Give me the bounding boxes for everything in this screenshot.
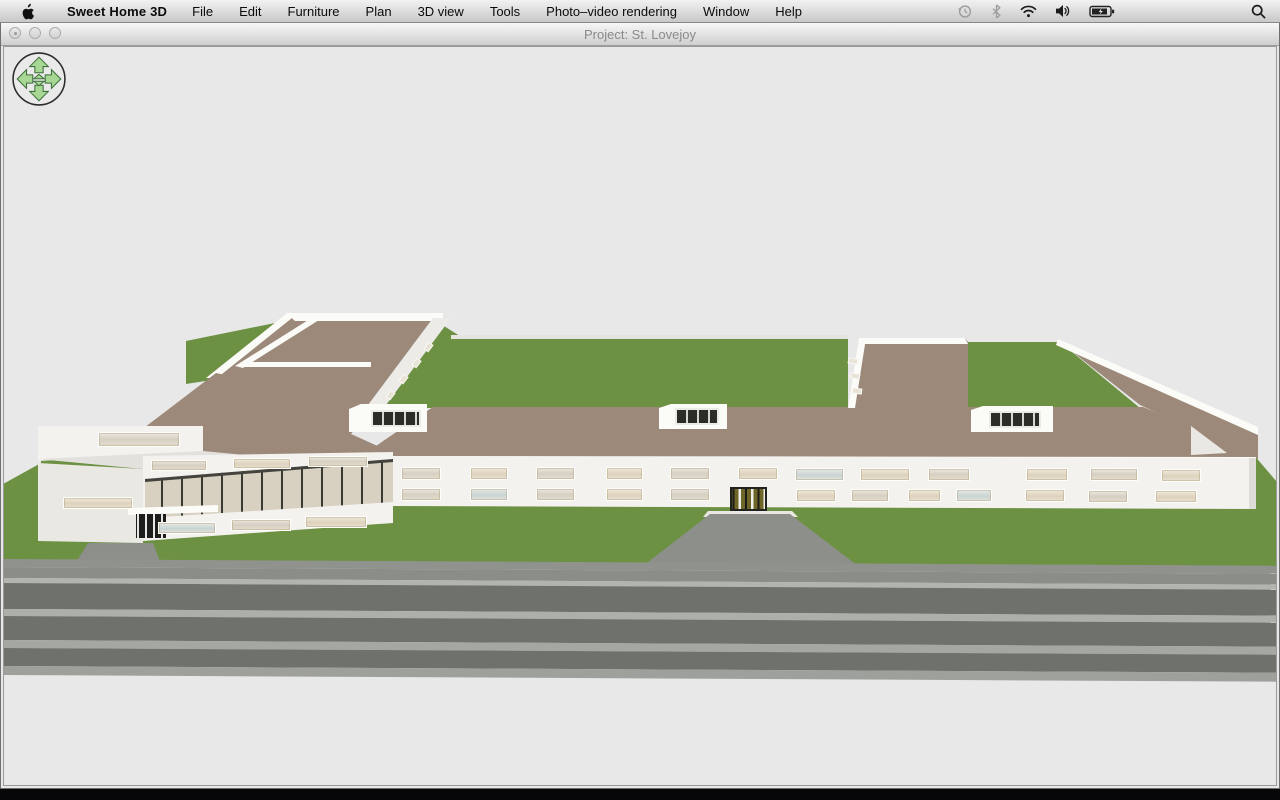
facade-upper-windows [670,467,710,480]
menu-item-photo-video-rendering[interactable]: Photo–video rendering [533,0,690,22]
facade-lower-windows [536,488,575,501]
zoom-button[interactable] [49,27,61,39]
right-wing-wall-windows [850,372,861,379]
battery-icon[interactable] [1080,0,1124,22]
facade-upper-windows [1161,469,1201,482]
left-block-upper-windows [233,458,291,469]
3d-scene [3,46,1277,786]
facade-upper-windows [401,467,441,480]
road [3,559,1277,682]
facade-lower-windows [1155,490,1197,503]
right-wing-wall-windows [848,357,859,364]
monitor-windows [371,410,421,427]
menu-item-tools[interactable]: Tools [477,0,533,22]
annex-parapet-windows [98,432,180,447]
facade-upper-windows [1090,468,1138,481]
left-block-lower-windows [158,522,216,534]
facade-upper-windows [470,467,508,480]
facade-upper-windows [928,468,970,481]
left-block-upper-windows [151,460,207,471]
menu-item-3d-view[interactable]: 3D view [405,0,477,22]
facade-lower-windows [908,489,941,502]
menu-bar: Sweet Home 3D FileEditFurniturePlan3D vi… [0,0,1280,23]
facade-lower-windows [796,489,836,502]
window-controls [9,27,61,39]
facade-lower-windows [1088,490,1128,503]
left-block-lower-windows [305,516,367,528]
bluetooth-icon[interactable] [982,0,1011,22]
menu-item-edit[interactable]: Edit [226,0,274,22]
spotlight-search-icon[interactable] [1242,0,1280,22]
left-block-lower-windows [231,519,291,531]
facade-lower-windows [851,489,889,502]
facade-lower-windows [606,488,643,501]
facade-upper-windows [860,468,910,481]
menu-item-plan[interactable]: Plan [353,0,405,22]
apple-logo-icon [21,3,36,20]
facade-lower-windows [956,489,992,502]
window-title: Project: St. Lovejoy [584,27,696,42]
facade-upper-windows [795,468,844,481]
navigation-compass[interactable] [11,51,67,107]
status-icons [948,0,1280,22]
facade-upper-windows [738,467,778,480]
monitor-windows [989,411,1041,428]
app-name[interactable]: Sweet Home 3D [55,4,179,19]
time-machine-icon[interactable] [948,0,982,22]
apple-menu[interactable] [0,0,55,22]
facade-lower-windows [670,488,710,501]
annex-wall-windows [63,497,133,509]
facade-lower-windows [401,488,441,501]
left-block-upper-windows [308,456,368,467]
menu-item-file[interactable]: File [179,0,226,22]
wifi-icon[interactable] [1011,0,1046,22]
window-title-bar[interactable]: Project: St. Lovejoy [1,23,1279,46]
3d-view-canvas[interactable] [3,46,1277,786]
facade-lower-windows [1025,489,1065,502]
facade-lower-windows [470,488,508,501]
close-button[interactable] [9,27,21,39]
app-window: Project: St. Lovejoy [0,23,1280,789]
right-wing-wall-windows [852,387,863,394]
menu-list: FileEditFurniturePlan3D viewToolsPhoto–v… [179,0,815,22]
menu-item-window[interactable]: Window [690,0,762,22]
menu-item-furniture[interactable]: Furniture [275,0,353,22]
facade-upper-windows [606,467,643,480]
monitor-windows [675,408,719,425]
volume-icon[interactable] [1046,0,1080,22]
minimize-button[interactable] [29,27,41,39]
menu-item-help[interactable]: Help [762,0,815,22]
facade-upper-windows [536,467,575,480]
facade-upper-windows [1026,468,1068,481]
